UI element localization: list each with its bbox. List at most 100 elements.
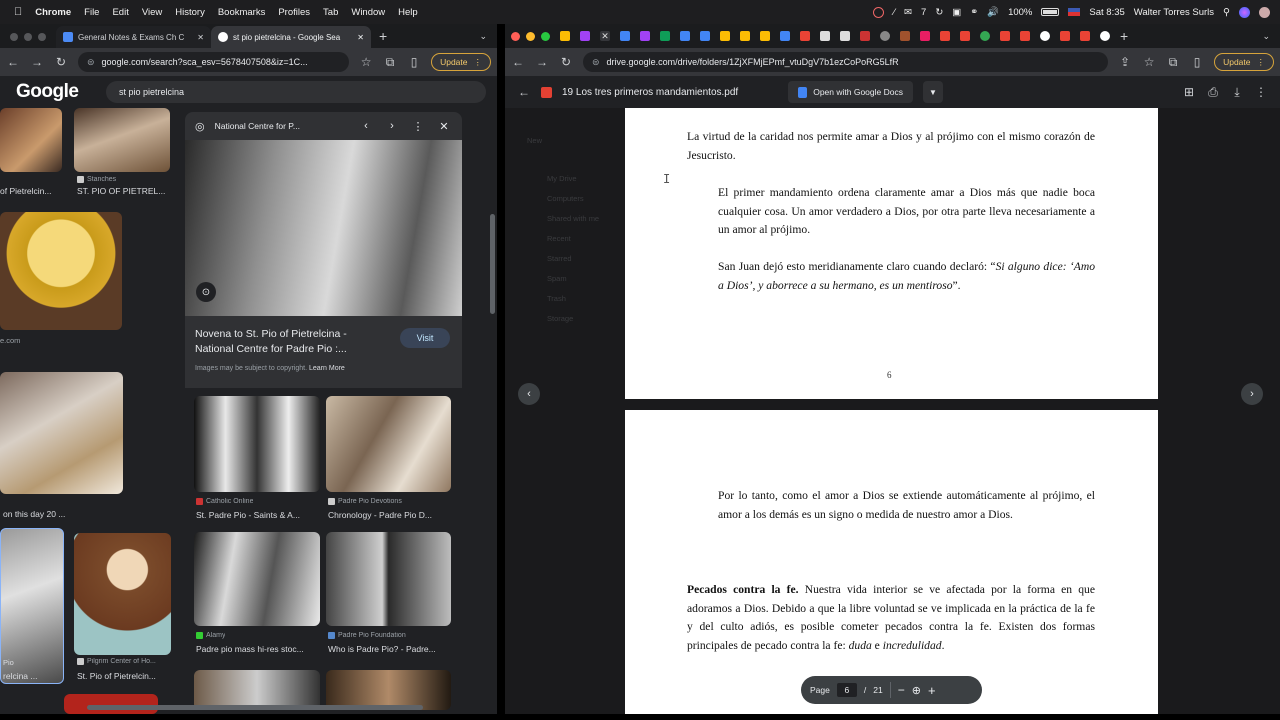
horizontal-scrollbar[interactable] [87, 705, 423, 710]
menu-tab[interactable]: Tab [323, 7, 338, 18]
related-image[interactable] [194, 396, 320, 492]
menu-history[interactable]: History [175, 7, 205, 18]
close-window-icon[interactable] [511, 31, 520, 41]
result-caption[interactable]: ST. PIO OF PIETREL... [77, 186, 172, 196]
tab-icon[interactable] [840, 31, 850, 41]
result-caption[interactable]: of Pietrelcin... [0, 186, 60, 196]
forward-icon[interactable]: → [30, 55, 44, 69]
tab-icon[interactable] [700, 31, 710, 41]
close-tab-icon[interactable]: ✕ [357, 33, 364, 42]
related-image[interactable] [326, 670, 451, 710]
extensions-icon[interactable]: ⧉ [383, 55, 397, 70]
download-icon[interactable]: ⤓ [1230, 85, 1244, 100]
menu-bookmarks[interactable]: Bookmarks [218, 7, 266, 18]
tab-icon[interactable] [820, 31, 830, 41]
youtube-tab-icon[interactable] [1000, 31, 1010, 41]
menu-chrome[interactable]: Chrome [35, 7, 71, 18]
tab-icon[interactable] [760, 31, 770, 41]
related-caption[interactable]: Who is Padre Pio? - Padre... [328, 644, 450, 654]
panel-site-name[interactable]: National Centre for P... [215, 121, 348, 131]
related-caption[interactable]: Chronology - Padre Pio D... [328, 510, 450, 520]
tab-google-search[interactable]: st pio pietrelcina - Google Sea ✕ [211, 26, 371, 48]
new-tab-icon[interactable]: + [371, 28, 395, 48]
wifi-icon[interactable]: ⚭ [970, 7, 978, 18]
drive-tab-icon[interactable] [560, 31, 570, 41]
reload-icon[interactable]: ↻ [559, 55, 573, 69]
battery-icon[interactable] [1041, 8, 1060, 16]
related-image[interactable] [194, 670, 320, 710]
sidepanel-icon[interactable]: ▯ [1190, 55, 1204, 69]
related-image[interactable] [326, 396, 451, 492]
tab-icon[interactable] [740, 31, 750, 41]
reload-icon[interactable]: ↻ [54, 55, 68, 69]
result-caption[interactable]: relcina ... [3, 671, 61, 681]
result-image[interactable] [0, 372, 123, 494]
volume-icon[interactable]: 🔊 [987, 7, 999, 18]
close-tab-icon[interactable]: ✕ [197, 33, 204, 42]
result-image[interactable] [64, 694, 158, 714]
result-caption[interactable]: St. Pio of Pietrelcin... [77, 671, 172, 681]
youtube-tab-icon[interactable] [940, 31, 950, 41]
address-bar[interactable]: ⊜ google.com/search?sca_esv=5678407508&i… [78, 52, 350, 72]
tab-icon[interactable] [880, 31, 890, 41]
lens-icon[interactable]: ⊙ [196, 282, 216, 302]
bookmark-star-icon[interactable]: ☆ [359, 55, 373, 69]
siri-icon[interactable] [1239, 6, 1250, 18]
previous-file-icon[interactable]: ‹ [518, 383, 540, 405]
site-info-icon[interactable]: ⊜ [87, 57, 95, 68]
result-image[interactable] [0, 212, 122, 330]
update-button[interactable]: Update ⋮ [431, 53, 491, 71]
flag-icon[interactable] [1068, 8, 1081, 16]
related-image[interactable] [326, 532, 451, 626]
menu-window[interactable]: Window [351, 7, 385, 18]
tab-icon[interactable] [900, 31, 910, 41]
screen-record-icon[interactable] [873, 6, 885, 18]
extensions-icon[interactable]: ⧉ [1166, 55, 1180, 70]
result-image[interactable] [74, 533, 171, 655]
related-caption[interactable]: Padre pio mass hi-res stoc... [196, 644, 318, 654]
related-caption[interactable]: St. Padre Pio - Saints & A... [196, 510, 318, 520]
tab-icon[interactable] [860, 31, 870, 41]
google-logo[interactable]: Google [16, 81, 106, 103]
more-options-icon[interactable]: ⋮ [410, 120, 426, 133]
close-panel-icon[interactable]: ✕ [436, 120, 452, 133]
print-icon[interactable]: ⎙ [1206, 85, 1220, 100]
google-tab-icon[interactable] [1040, 31, 1050, 41]
clock[interactable]: Sat 8:35 [1089, 7, 1124, 18]
youtube-tab-icon[interactable] [1080, 31, 1090, 41]
open-with-docs-button[interactable]: Open with Google Docs [788, 81, 913, 103]
panel-title[interactable]: Novena to St. Pio of Pietrelcina - Natio… [195, 327, 347, 357]
address-bar[interactable]: ⊜ drive.google.com/drive/folders/1ZjXFMj… [583, 52, 1109, 72]
back-icon[interactable]: ← [6, 55, 20, 69]
bookmark-star-icon[interactable]: ☆ [1142, 55, 1156, 69]
menu-view[interactable]: View [142, 7, 162, 18]
page-number-input[interactable]: 6 [836, 683, 857, 697]
zoom-window-icon[interactable] [38, 33, 46, 41]
tab-icon[interactable] [580, 31, 590, 41]
slash-icon[interactable]: ⁄ [893, 7, 895, 18]
result-image[interactable] [74, 108, 170, 172]
search-icon[interactable]: ⚲ [1223, 7, 1230, 18]
menu-profiles[interactable]: Profiles [278, 7, 310, 18]
youtube-tab-icon[interactable] [960, 31, 970, 41]
update-button[interactable]: Update ⋮ [1214, 53, 1274, 71]
back-arrow-icon[interactable]: ← [517, 85, 531, 99]
minimize-window-icon[interactable] [24, 33, 32, 41]
menu-edit[interactable]: Edit [112, 7, 128, 18]
user-name[interactable]: Walter Torres Surls [1134, 7, 1214, 18]
add-comment-icon[interactable]: ⊞ [1182, 85, 1196, 99]
result-caption[interactable]: Pio [3, 658, 61, 667]
visit-button[interactable]: Visit [400, 328, 450, 348]
youtube-tab-icon[interactable] [1060, 31, 1070, 41]
site-info-icon[interactable]: ⊜ [592, 57, 600, 68]
zoom-icon[interactable]: ⊕ [912, 684, 921, 697]
tab-icon[interactable] [780, 31, 790, 41]
close-tab-icon[interactable]: ✕ [600, 31, 610, 41]
control-center-icon[interactable] [1259, 6, 1270, 18]
next-file-icon[interactable]: › [1241, 383, 1263, 405]
menu-help[interactable]: Help [398, 7, 418, 18]
zoom-window-icon[interactable] [541, 31, 550, 41]
share-icon[interactable]: ⇪ [1118, 55, 1132, 69]
prev-image-icon[interactable]: ‹ [358, 120, 374, 132]
google-tab-icon[interactable] [1100, 31, 1110, 41]
